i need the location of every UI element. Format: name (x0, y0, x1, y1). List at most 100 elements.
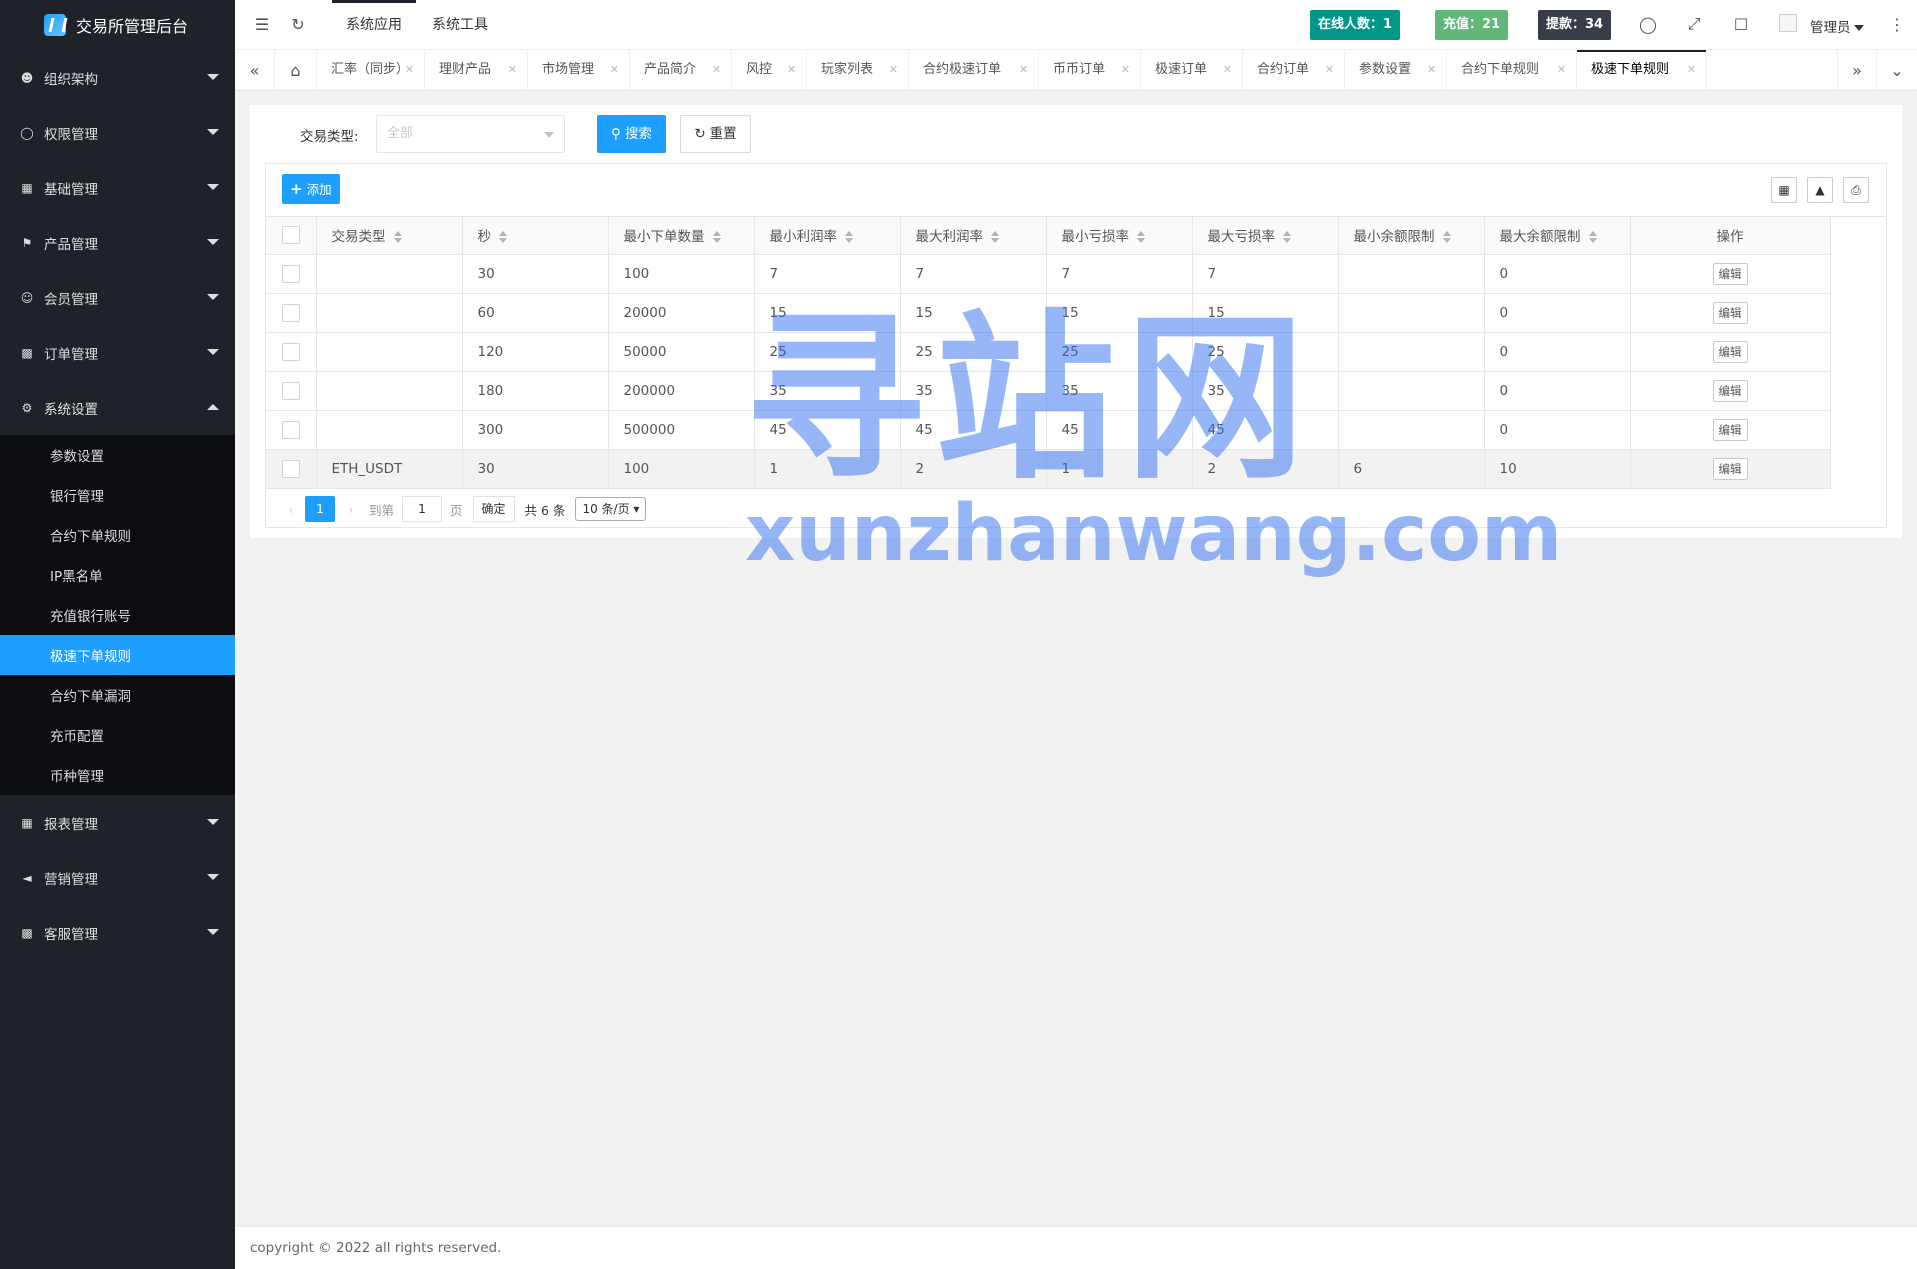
app-logo[interactable]: 交易所管理后台 (0, 0, 235, 50)
trade-type-select[interactable]: 全部 (376, 115, 565, 153)
close-icon[interactable]: ✕ (1325, 50, 1334, 90)
col-header-min-order[interactable]: 最小下单数量 (608, 217, 755, 255)
print-icon[interactable]: ⎙ (1843, 177, 1869, 203)
select-all-checkbox[interactable] (266, 217, 317, 255)
goto-confirm-button[interactable]: 确定 (472, 496, 515, 522)
edit-button[interactable]: 编辑 (1712, 418, 1748, 441)
menu-fold-icon[interactable]: ☰ (252, 14, 272, 34)
sort-icon[interactable] (712, 231, 721, 244)
sidebar-item-support[interactable]: ▩ 客服管理 (0, 905, 235, 960)
edit-button[interactable]: 编辑 (1712, 340, 1748, 363)
checkbox[interactable] (281, 381, 300, 400)
sidebar-subitem-deposit-accounts[interactable]: 充值银行账号 (0, 595, 235, 635)
sort-icon[interactable] (991, 231, 999, 244)
page-1-button[interactable]: 1 (305, 496, 335, 522)
close-icon[interactable]: ✕ (1121, 50, 1130, 90)
close-icon[interactable]: ✕ (1557, 50, 1566, 90)
edit-button[interactable]: 编辑 (1712, 457, 1748, 480)
col-header-trade-type[interactable]: 交易类型 (316, 217, 463, 255)
sidebar-subitem-params[interactable]: 参数设置 (0, 435, 235, 475)
lock-icon[interactable]: ☐ (1731, 14, 1751, 34)
checkbox[interactable] (281, 420, 300, 439)
tab-system-apps[interactable]: 系统应用 (332, 0, 416, 50)
sidebar-item-org[interactable]: ☻ 组织架构 (0, 50, 235, 105)
close-icon[interactable]: ✕ (610, 50, 619, 90)
edit-button[interactable]: 编辑 (1712, 379, 1748, 402)
checkbox[interactable] (281, 459, 300, 478)
sidebar-item-members[interactable]: ☺ 会员管理 (0, 270, 235, 325)
sidebar-item-products[interactable]: ⚑ 产品管理 (0, 215, 235, 270)
sidebar-subitem-banks[interactable]: 银行管理 (0, 475, 235, 515)
sidebar-subitem-currencies[interactable]: 币种管理 (0, 755, 235, 795)
sidebar-item-system-settings[interactable]: ⚙ 系统设置 (0, 380, 235, 435)
checkbox[interactable] (281, 342, 300, 361)
sidebar-subitem-contract-loopholes[interactable]: 合约下单漏洞 (0, 675, 235, 715)
sort-icon[interactable] (845, 231, 853, 244)
row-checkbox-cell[interactable] (266, 449, 317, 489)
tabs-dropdown-icon[interactable]: ⌄ (1877, 50, 1917, 90)
sort-icon[interactable] (499, 231, 507, 244)
page-tab-contract-orders[interactable]: 合约订单 ✕ (1243, 50, 1345, 90)
page-tab-fast-orders[interactable]: 极速订单 ✕ (1141, 50, 1243, 90)
col-header-max-balance[interactable]: 最大余额限制 (1484, 217, 1631, 255)
add-button[interactable]: + 添加 (282, 174, 340, 204)
columns-filter-icon[interactable]: ▦ (1771, 177, 1797, 203)
page-size-select[interactable]: 10 条/页 ▾ (575, 497, 647, 521)
sidebar-subitem-contract-rules[interactable]: 合约下单规则 (0, 515, 235, 555)
reset-button[interactable]: ↻ 重置 (680, 115, 751, 153)
col-header-min-loss[interactable]: 最小亏损率 (1046, 217, 1193, 255)
close-icon[interactable]: ✕ (1427, 50, 1436, 90)
page-tab-market[interactable]: 市场管理 ✕ (528, 50, 630, 90)
close-icon[interactable]: ✕ (508, 50, 517, 90)
user-menu[interactable]: 管理员 (1810, 16, 1864, 36)
page-tab-fast-order-rules[interactable]: 极速下单规则 ✕ (1577, 50, 1707, 90)
page-tab-coin-orders[interactable]: 币币订单 ✕ (1039, 50, 1141, 90)
row-checkbox-cell[interactable] (266, 332, 317, 372)
edit-button[interactable]: 编辑 (1712, 262, 1748, 285)
sidebar-item-basic[interactable]: ▦ 基础管理 (0, 160, 235, 215)
home-icon[interactable]: ⌂ (275, 50, 317, 90)
next-page-icon[interactable]: › (341, 502, 361, 517)
sidebar-subitem-coin-deposit[interactable]: 充币配置 (0, 715, 235, 755)
tabs-scroll-right-icon[interactable]: » (1837, 50, 1877, 90)
page-tab-contract-rules[interactable]: 合约下单规则 ✕ (1447, 50, 1577, 90)
close-icon[interactable]: ✕ (1223, 50, 1232, 90)
close-icon[interactable]: ✕ (712, 50, 721, 90)
avatar[interactable] (1779, 14, 1797, 32)
search-button[interactable]: ⚲ 搜索 (597, 115, 666, 153)
page-tab-rate[interactable]: 汇率（同步） ✕ (317, 50, 425, 90)
row-checkbox-cell[interactable] (266, 293, 317, 333)
sidebar-item-marketing[interactable]: ◄ 营销管理 (0, 850, 235, 905)
row-checkbox-cell[interactable] (266, 410, 317, 450)
prev-page-icon[interactable]: ‹ (281, 502, 301, 517)
page-tab-wealth[interactable]: 理财产品 ✕ (425, 50, 528, 90)
close-icon[interactable]: ✕ (1019, 50, 1028, 90)
sort-icon[interactable] (1283, 231, 1291, 244)
page-tab-players[interactable]: 玩家列表 ✕ (807, 50, 909, 90)
col-header-seconds[interactable]: 秒 (462, 217, 609, 255)
tabs-scroll-left-icon[interactable]: « (235, 50, 275, 90)
sort-icon[interactable] (393, 231, 402, 244)
close-icon[interactable]: ✕ (1687, 50, 1696, 90)
tab-system-tools[interactable]: 系统工具 (432, 0, 488, 50)
sidebar-subitem-fast-order-rules[interactable]: 极速下单规则 (0, 635, 235, 675)
sort-icon[interactable] (1137, 231, 1145, 244)
col-header-max-loss[interactable]: 最大亏损率 (1192, 217, 1339, 255)
page-tab-risk[interactable]: 风控 ✕ (732, 50, 807, 90)
col-header-min-profit[interactable]: 最小利润率 (754, 217, 901, 255)
sort-icon[interactable] (1442, 231, 1451, 244)
page-tab-contract-fast-orders[interactable]: 合约极速订单 ✕ (909, 50, 1039, 90)
col-header-max-profit[interactable]: 最大利润率 (900, 217, 1047, 255)
goto-page-input[interactable]: 1 (402, 496, 443, 522)
refresh-icon[interactable]: ↻ (288, 14, 308, 34)
sidebar-item-reports[interactable]: ▦ 报表管理 (0, 795, 235, 850)
close-icon[interactable]: ✕ (889, 50, 898, 90)
checkbox[interactable] (281, 264, 300, 283)
close-icon[interactable]: ✕ (405, 50, 414, 90)
page-tab-params[interactable]: 参数设置 ✕ (1345, 50, 1447, 90)
tag-icon[interactable]: ◯ (1638, 14, 1658, 34)
sidebar-subitem-ip-blacklist[interactable]: IP黑名单 (0, 555, 235, 595)
checkbox[interactable] (281, 226, 300, 245)
page-tab-product-intro[interactable]: 产品简介 ✕ (630, 50, 732, 90)
more-vertical-icon[interactable]: ⋮ (1887, 14, 1907, 34)
